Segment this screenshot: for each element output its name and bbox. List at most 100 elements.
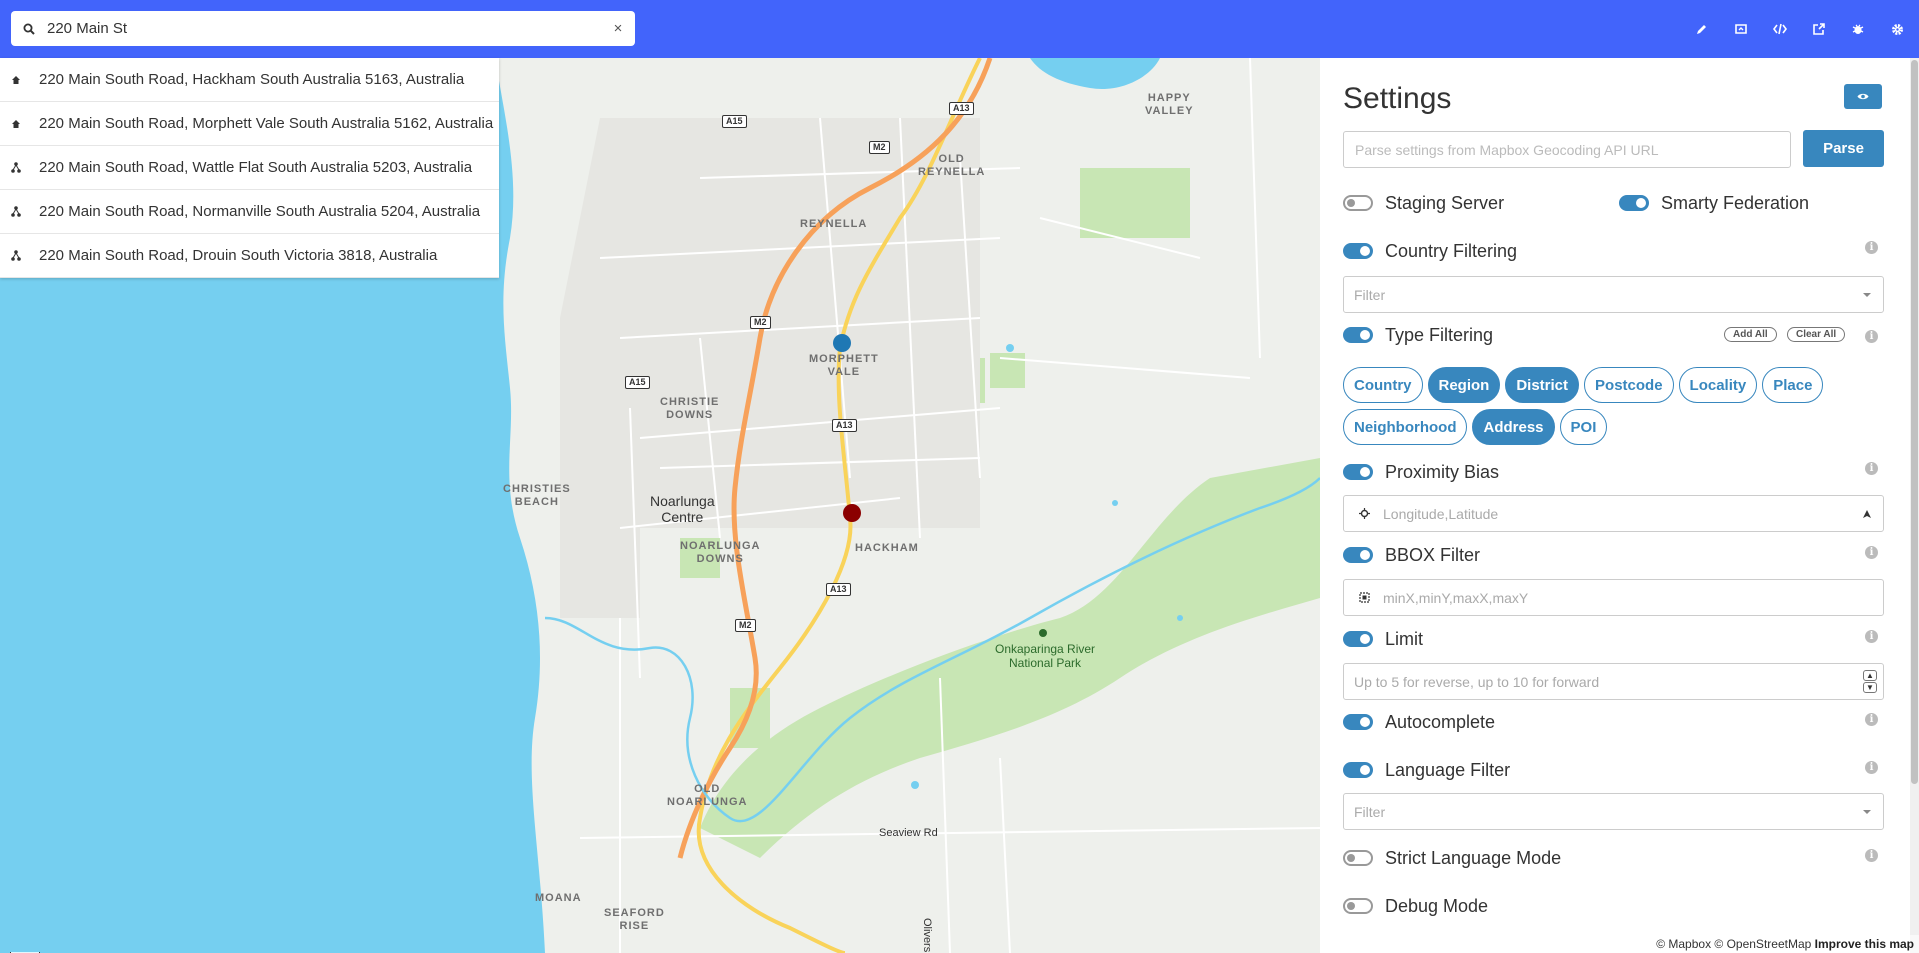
cube-icon[interactable] [1731, 18, 1751, 40]
language-filter-info-icon[interactable]: i [1865, 761, 1878, 774]
staging-server-toggle[interactable] [1343, 195, 1373, 211]
top-bar: × [0, 0, 1919, 58]
label-hackham: HACKHAM [855, 542, 919, 554]
country-filtering-row: Country Filtering [1343, 239, 1517, 263]
settings-scrollbar[interactable] [1910, 58, 1919, 953]
crosshair-icon [1354, 508, 1374, 519]
attribution-credits[interactable]: © Mapbox © OpenStreetMap [1656, 937, 1811, 951]
smarty-federation-label: Smarty Federation [1661, 192, 1810, 213]
shield-a15: A15 [625, 376, 650, 389]
label-seaview-rd: Seaview Rd [879, 827, 938, 839]
bbox-input[interactable]: minX,minY,maxX,maxY [1343, 579, 1884, 616]
limit-placeholder: Up to 5 for reverse, up to 10 for forwar… [1354, 673, 1600, 690]
external-link-icon[interactable] [1809, 18, 1829, 40]
search-result-text: 220 Main South Road, Hackham South Austr… [39, 71, 465, 88]
type-filtering-label: Type Filtering [1385, 324, 1494, 345]
language-filter-toggle[interactable] [1343, 762, 1373, 778]
search-result[interactable]: 220 Main South Road, Morphett Vale South… [0, 102, 499, 146]
code-icon[interactable] [1770, 18, 1790, 40]
search-result-text: 220 Main South Road, Morphett Vale South… [39, 115, 494, 132]
label-reynella: REYNELLA [800, 218, 868, 230]
bbox-filter-row: BBOX Filter [1343, 543, 1480, 567]
shield-a13: A13 [949, 102, 974, 115]
stepper-down-icon[interactable]: ▼ [1863, 682, 1877, 693]
type-chip-district[interactable]: District [1505, 367, 1580, 403]
type-chip-place[interactable]: Place [1762, 367, 1824, 403]
parse-url-input[interactable] [1343, 131, 1791, 168]
country-filtering-info-icon[interactable]: i [1865, 241, 1878, 254]
type-chip-address[interactable]: Address [1472, 409, 1555, 445]
improve-map-link[interactable]: Improve this map [1815, 937, 1914, 951]
chevron-down-icon [1851, 809, 1883, 815]
autocomplete-info-icon[interactable]: i [1865, 713, 1878, 726]
debug-mode-row: Debug Mode [1343, 894, 1488, 918]
search-result[interactable]: 220 Main South Road, Drouin South Victor… [0, 234, 499, 278]
proximity-marker[interactable] [833, 334, 851, 352]
label-morphett-vale: MORPHETT VALE [809, 353, 879, 378]
type-chip-postcode[interactable]: Postcode [1584, 367, 1674, 403]
autocomplete-toggle[interactable] [1343, 714, 1373, 730]
proximity-bias-info-icon[interactable]: i [1865, 462, 1878, 475]
limit-toggle[interactable] [1343, 631, 1373, 647]
country-filtering-label: Country Filtering [1385, 240, 1518, 261]
proximity-bias-row: Proximity Bias [1343, 460, 1499, 484]
eye-icon [1857, 93, 1869, 100]
type-chip-locality[interactable]: Locality [1678, 367, 1758, 403]
autocomplete-label: Autocomplete [1385, 711, 1496, 732]
type-chip-neighborhood[interactable]: Neighborhood [1343, 409, 1468, 445]
strict-language-toggle[interactable] [1343, 850, 1373, 866]
type-chip-region[interactable]: Region [1427, 367, 1501, 403]
search-results: 220 Main South Road, Hackham South Austr… [0, 58, 499, 278]
smarty-federation-toggle[interactable] [1619, 195, 1649, 211]
clear-all-button[interactable]: Clear All [1787, 327, 1846, 342]
toolbar [1692, 18, 1907, 40]
label-olivers-rd: Olivers Rd [921, 918, 933, 953]
type-filtering-toggle[interactable] [1343, 327, 1373, 343]
search-box[interactable]: × [11, 11, 635, 46]
strict-language-info-icon[interactable]: i [1865, 849, 1878, 862]
language-filter-row: Language Filter [1343, 758, 1510, 782]
search-result[interactable]: 220 Main South Road, Wattle Flat South A… [0, 146, 499, 190]
add-all-button[interactable]: Add All [1724, 327, 1777, 342]
type-chip-poi[interactable]: POI [1559, 409, 1608, 445]
proximity-placeholder: Longitude,Latitude [1383, 505, 1499, 522]
language-filter-placeholder: Filter [1354, 803, 1386, 820]
bug-icon[interactable] [1848, 18, 1868, 40]
search-input[interactable] [47, 20, 601, 37]
shield-m2: M2 [869, 141, 890, 154]
federation-icon [11, 249, 39, 262]
country-filter-select[interactable]: Filter [1343, 276, 1884, 313]
bbox-placeholder: minX,minY,maxX,maxY [1383, 589, 1529, 606]
limit-input[interactable]: Up to 5 for reverse, up to 10 for forwar… [1343, 663, 1884, 700]
type-filtering-info-icon[interactable]: i [1865, 330, 1878, 343]
limit-row: Limit [1343, 627, 1423, 651]
gear-icon[interactable] [1887, 18, 1907, 40]
strict-language-label: Strict Language Mode [1385, 847, 1562, 868]
debug-mode-toggle[interactable] [1343, 898, 1373, 914]
parse-button[interactable]: Parse [1803, 130, 1884, 167]
type-chips-row-2: Neighborhood Address POI [1343, 409, 1903, 445]
search-result-text: 220 Main South Road, Wattle Flat South A… [39, 159, 473, 176]
limit-stepper[interactable]: ▲ ▼ [1863, 670, 1877, 693]
settings-scrollbar-thumb[interactable] [1911, 60, 1918, 784]
proximity-bias-toggle[interactable] [1343, 464, 1373, 480]
language-filter-select[interactable]: Filter [1343, 793, 1884, 830]
bbox-filter-toggle[interactable] [1343, 547, 1373, 563]
type-chip-country[interactable]: Country [1343, 367, 1423, 403]
bbox-filter-info-icon[interactable]: i [1865, 546, 1878, 559]
pencil-icon[interactable] [1692, 18, 1712, 40]
search-result[interactable]: 220 Main South Road, Hackham South Austr… [0, 58, 499, 102]
locate-arrow-icon[interactable] [1851, 509, 1883, 519]
result-marker[interactable] [843, 504, 861, 522]
country-filtering-toggle[interactable] [1343, 243, 1373, 259]
staging-server-label: Staging Server [1385, 192, 1505, 213]
limit-info-icon[interactable]: i [1865, 630, 1878, 643]
autocomplete-row: Autocomplete [1343, 710, 1495, 734]
search-result[interactable]: 220 Main South Road, Normanville South A… [0, 190, 499, 234]
stepper-up-icon[interactable]: ▲ [1863, 670, 1877, 681]
label-seaford-rise: SEAFORD RISE [604, 907, 665, 932]
clear-search-button[interactable]: × [601, 20, 635, 37]
toggle-visibility-button[interactable] [1844, 84, 1882, 109]
debug-mode-label: Debug Mode [1385, 895, 1489, 916]
proximity-input[interactable]: Longitude,Latitude [1343, 495, 1884, 532]
